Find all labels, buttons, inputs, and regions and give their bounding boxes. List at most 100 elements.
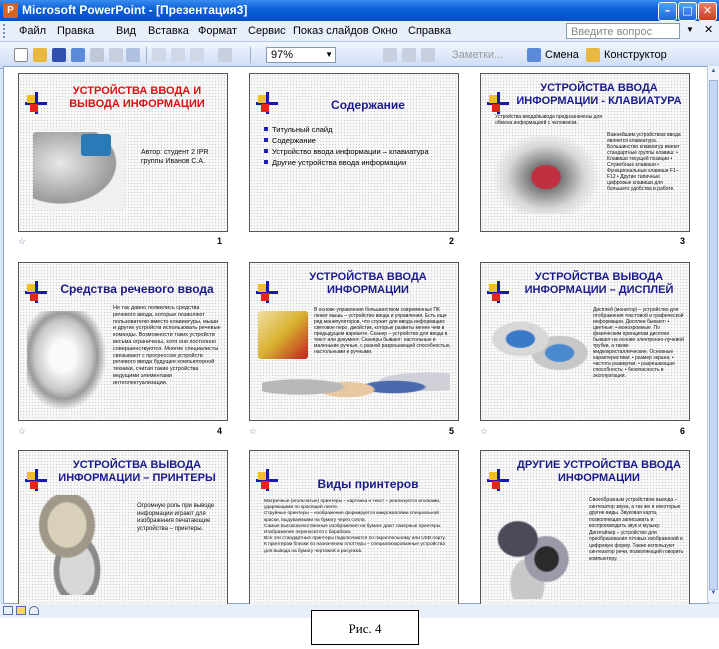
document-close-icon[interactable]: ✕ bbox=[704, 23, 713, 36]
monitors-image bbox=[491, 311, 589, 381]
slide-thumbnail-4[interactable]: Средства речевого ввода Не так давно поя… bbox=[18, 262, 228, 421]
grayscale-icon[interactable] bbox=[421, 48, 435, 62]
printers-image bbox=[27, 495, 127, 595]
slide-number: 6 bbox=[680, 426, 686, 436]
slide-number: 1 bbox=[217, 236, 223, 246]
vertical-scrollbar[interactable]: ▲ ▼ bbox=[707, 66, 719, 602]
designer-button[interactable]: Конструктор bbox=[604, 49, 667, 61]
list-item: Самые высококачественные изображения на … bbox=[264, 523, 442, 536]
list-item: К принтерам близки по назначению плоттер… bbox=[264, 542, 446, 554]
zoom-value: 97% bbox=[271, 49, 294, 61]
scroll-up-icon[interactable]: ▲ bbox=[709, 68, 718, 78]
scrollbar-thumb[interactable] bbox=[709, 80, 718, 590]
spelling-icon[interactable] bbox=[126, 48, 140, 62]
menu-window[interactable]: Окно bbox=[372, 25, 398, 37]
new-document-icon[interactable] bbox=[14, 48, 28, 62]
slide-title: Средства речевого ввода bbox=[60, 282, 214, 296]
slide-body-text: Дисплей (монитор) – устройство для отобр… bbox=[593, 307, 684, 379]
author-text: Автор: студент 2 IPR группы Иванов С.А. bbox=[141, 149, 209, 165]
permission-icon[interactable] bbox=[71, 48, 85, 62]
powerpoint-window: P Microsoft PowerPoint - [Презентация3] … bbox=[0, 0, 719, 618]
close-button[interactable]: ✕ bbox=[698, 2, 717, 21]
slide-number: 3 bbox=[680, 236, 686, 246]
list-item: Содержание bbox=[264, 135, 429, 146]
computer-devices-image bbox=[33, 132, 125, 210]
slide-number: 2 bbox=[449, 236, 455, 246]
list-item: Другие устройства ввода информации bbox=[264, 157, 429, 168]
slide-intro-text: Устройства ввода/вывода предназначены дл… bbox=[495, 114, 603, 126]
list-item: Титульный слайд bbox=[264, 124, 429, 135]
menu-edit[interactable]: Правка bbox=[57, 25, 94, 37]
slide-thumbnail-7[interactable]: УСТРОЙСТВА ВЫВОДА ИНФОРМАЦИИ – ПРИНТЕРЫ … bbox=[18, 450, 228, 609]
slide-show-view-button[interactable] bbox=[29, 606, 39, 615]
slide-thumbnail-3[interactable]: УСТРОЙСТВА ВВОДА ИНФОРМАЦИИ - КЛАВИАТУРА… bbox=[480, 73, 690, 232]
contents-list: Титульный слайд Содержание Устройство вв… bbox=[264, 124, 429, 168]
menu-view[interactable]: Вид bbox=[116, 25, 136, 37]
help-question-input[interactable]: Введите вопрос bbox=[566, 23, 680, 39]
copy-icon[interactable] bbox=[171, 48, 185, 62]
slide-title: УСТРОЙСТВА ВВОДА И ВЫВОДА ИНФОРМАЦИИ bbox=[69, 85, 205, 110]
chevron-down-icon: ▼ bbox=[325, 50, 333, 59]
menu-format[interactable]: Формат bbox=[198, 25, 237, 37]
menubar-grip[interactable] bbox=[3, 24, 8, 38]
paste-icon[interactable] bbox=[190, 48, 204, 62]
slide-cross-logo bbox=[256, 92, 278, 114]
figure-caption: Рис. 4 bbox=[311, 610, 419, 645]
slide-thumbnail-9[interactable]: ДРУГИЕ УСТРОЙСТВА ВВОДА ИНФОРМАЦИИ Своео… bbox=[480, 450, 690, 609]
menu-help[interactable]: Справка bbox=[408, 25, 451, 37]
transition-star-icon: ☆ bbox=[249, 426, 258, 436]
slide-cross-logo bbox=[487, 281, 509, 303]
slide-title: УСТРОЙСТВА ВВОДА ИНФОРМАЦИИ - КЛАВИАТУРА bbox=[516, 82, 682, 107]
chevron-down-icon[interactable]: ▼ bbox=[686, 25, 694, 34]
slide-title: УСТРОЙСТВА ВЫВОДА ИНФОРМАЦИИ – ДИСПЛЕЙ bbox=[524, 271, 674, 296]
slide-sorter-view-button[interactable] bbox=[16, 606, 26, 615]
transition-icon bbox=[527, 48, 541, 62]
slide-thumbnail-1[interactable]: УСТРОЙСТВА ВВОДА И ВЫВОДА ИНФОРМАЦИИ Авт… bbox=[18, 73, 228, 232]
expand-all-icon[interactable] bbox=[383, 48, 397, 62]
print-icon[interactable] bbox=[90, 48, 104, 62]
transition-star-icon: ☆ bbox=[18, 236, 27, 246]
preview-icon[interactable] bbox=[109, 48, 123, 62]
slide-title: Содержание bbox=[331, 98, 405, 112]
transition-button[interactable]: Смена bbox=[545, 49, 579, 61]
save-icon[interactable] bbox=[52, 48, 66, 62]
cut-icon[interactable] bbox=[152, 48, 166, 62]
menu-insert[interactable]: Вставка bbox=[148, 25, 189, 37]
slide-title: УСТРОЙСТВА ВЫВОДА ИНФОРМАЦИИ – ПРИНТЕРЫ bbox=[58, 459, 216, 484]
menu-tools[interactable]: Сервис bbox=[248, 25, 286, 37]
microphone-headset-image bbox=[27, 311, 107, 411]
notes-button[interactable]: Заметки... bbox=[452, 49, 503, 61]
slide-title: УСТРОЙСТВА ВВОДА ИНФОРМАЦИИ bbox=[309, 271, 427, 296]
slide-title: ДРУГИЕ УСТРОЙСТВА ВВОДА ИНФОРМАЦИИ bbox=[517, 459, 681, 484]
menu-file[interactable]: Файл bbox=[19, 25, 46, 37]
slide-thumbnail-8[interactable]: Виды принтеров Матричные (игольчатые) пр… bbox=[249, 450, 459, 609]
slide-number: 4 bbox=[217, 426, 223, 436]
powerpoint-app-icon[interactable]: P bbox=[3, 3, 18, 18]
toolbar-separator bbox=[146, 47, 147, 63]
toolbar-separator bbox=[250, 47, 251, 63]
transition-star-icon: ☆ bbox=[480, 426, 489, 436]
slide-thumbnail-6[interactable]: УСТРОЙСТВА ВЫВОДА ИНФОРМАЦИИ – ДИСПЛЕЙ Д… bbox=[480, 262, 690, 421]
slide-cross-logo bbox=[256, 281, 278, 303]
slide-thumbnail-5[interactable]: УСТРОЙСТВА ВВОДА ИНФОРМАЦИИ В основе упр… bbox=[249, 262, 459, 421]
monitor-image bbox=[81, 134, 111, 156]
slide-body-text: В основе управления большинством совреме… bbox=[314, 307, 451, 355]
normal-view-button[interactable] bbox=[3, 606, 13, 615]
slide-body-text: Своеобразным устройством вывода – синтез… bbox=[589, 497, 684, 562]
keyboards-image bbox=[491, 132, 601, 214]
menu-slideshow[interactable]: Показ слайдов bbox=[293, 25, 369, 37]
slide-cross-logo bbox=[487, 469, 509, 491]
scroll-down-icon[interactable]: ▼ bbox=[709, 590, 718, 600]
slide-thumbnail-2[interactable]: Содержание Титульный слайд Содержание Ус… bbox=[249, 73, 459, 232]
show-formatting-icon[interactable] bbox=[402, 48, 416, 62]
undo-icon[interactable] bbox=[218, 48, 232, 62]
zoom-select[interactable]: 97% ▼ bbox=[266, 47, 336, 63]
transition-star-icon: ☆ bbox=[18, 426, 27, 436]
open-folder-icon[interactable] bbox=[33, 48, 47, 62]
minimize-button[interactable]: – bbox=[658, 2, 677, 21]
slide-body-text: Важнейшим устройством ввода является кла… bbox=[607, 132, 681, 192]
title-bar[interactable]: P Microsoft PowerPoint - [Презентация3] … bbox=[0, 0, 719, 21]
maximize-button[interactable]: □ bbox=[678, 2, 697, 21]
slide-cross-logo bbox=[25, 281, 47, 303]
window-title: Microsoft PowerPoint - [Презентация3] bbox=[22, 3, 248, 17]
